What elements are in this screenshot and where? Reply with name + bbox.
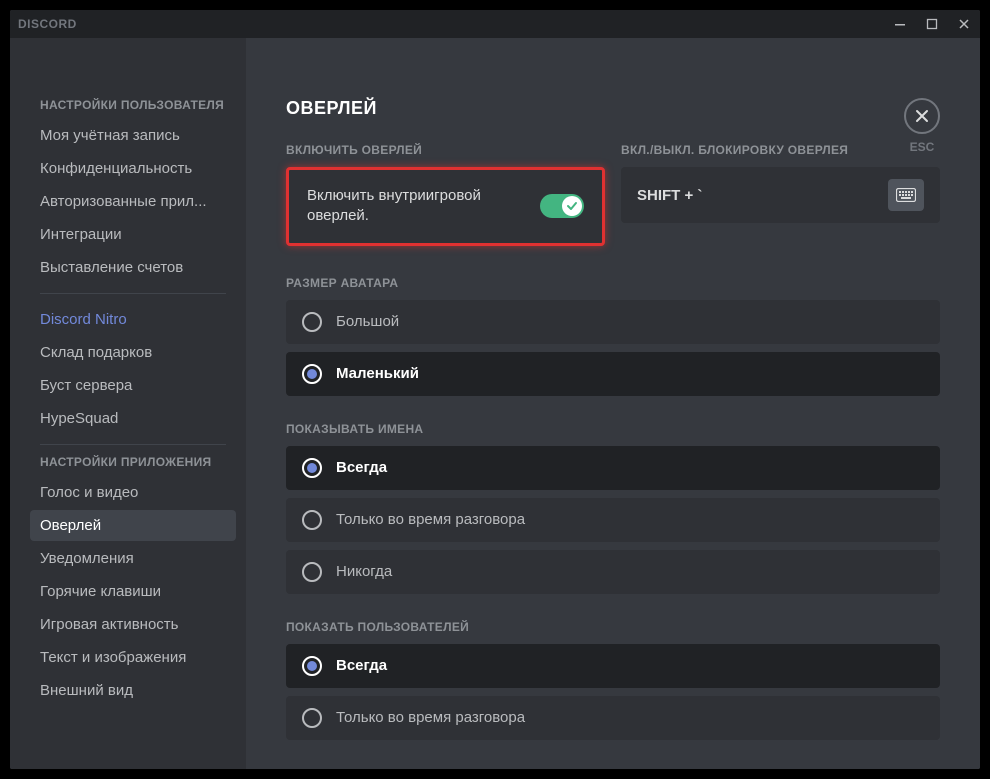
keyboard-button[interactable] [888, 179, 924, 211]
radio-icon [302, 708, 322, 728]
sidebar-item-privacy[interactable]: Конфиденциальность [30, 153, 236, 184]
radio-icon [302, 458, 322, 478]
radio-label: Большой [336, 313, 399, 330]
show-users-option-always[interactable]: Всегда [286, 644, 940, 688]
lock-keybind-card[interactable]: SHIFT + ` [621, 167, 940, 223]
show-names-header: ПОКАЗЫВАТЬ ИМЕНА [286, 422, 940, 436]
maximize-icon[interactable] [924, 16, 940, 32]
window-controls [892, 16, 972, 32]
radio-icon [302, 312, 322, 332]
enable-overlay-header: ВКЛЮЧИТЬ ОВЕРЛЕЙ [286, 143, 605, 157]
sidebar-item-game-activity[interactable]: Игровая активность [30, 609, 236, 640]
sidebar-item-voice[interactable]: Голос и видео [30, 477, 236, 508]
show-names-option-speaking[interactable]: Только во время разговора [286, 498, 940, 542]
minimize-icon[interactable] [892, 16, 908, 32]
lock-overlay-header: ВКЛ./ВЫКЛ. БЛОКИРОВКУ ОВЕРЛЕЯ [621, 143, 940, 157]
sidebar-item-gift-inventory[interactable]: Склад подарков [30, 337, 236, 368]
titlebar: DISCORD [10, 10, 980, 38]
show-names-option-always[interactable]: Всегда [286, 446, 940, 490]
show-names-option-never[interactable]: Никогда [286, 550, 940, 594]
app-name: DISCORD [18, 17, 77, 31]
lock-keybind-value: SHIFT + ` [637, 187, 702, 204]
radio-label: Только во время разговора [336, 511, 525, 528]
divider [40, 293, 226, 294]
radio-icon [302, 510, 322, 530]
check-icon [566, 200, 578, 212]
sidebar-item-overlay[interactable]: Оверлей [30, 510, 236, 541]
sidebar-item-keybinds[interactable]: Горячие клавиши [30, 576, 236, 607]
sidebar-header-app: НАСТРОЙКИ ПРИЛОЖЕНИЯ [40, 455, 236, 469]
close-icon[interactable] [956, 16, 972, 32]
sidebar-item-server-boost[interactable]: Буст сервера [30, 370, 236, 401]
divider [40, 444, 226, 445]
settings-content: ОВЕРЛЕЙ ВКЛЮЧИТЬ ОВЕРЛЕЙ Включить внутри… [246, 38, 980, 769]
avatar-size-header: РАЗМЕР АВАТАРА [286, 276, 940, 290]
sidebar-item-hypesquad[interactable]: HypeSquad [30, 403, 236, 434]
radio-label: Маленький [336, 365, 419, 382]
radio-label: Никогда [336, 563, 392, 580]
sidebar-header-user: НАСТРОЙКИ ПОЛЬЗОВАТЕЛЯ [40, 98, 236, 112]
enable-overlay-card: Включить внутриигровой оверлей. [286, 167, 605, 246]
sidebar-item-notifications[interactable]: Уведомления [30, 543, 236, 574]
sidebar-item-account[interactable]: Моя учётная запись [30, 120, 236, 151]
radio-icon [302, 656, 322, 676]
show-users-option-speaking[interactable]: Только во время разговора [286, 696, 940, 740]
avatar-size-option-big[interactable]: Большой [286, 300, 940, 344]
esc-label: ESC [910, 140, 935, 154]
toggle-knob [562, 196, 582, 216]
enable-overlay-label: Включить внутриигровой оверлей. [307, 186, 528, 227]
close-settings-button[interactable]: ESC [904, 98, 940, 154]
sidebar-item-billing[interactable]: Выставление счетов [30, 252, 236, 283]
close-icon [904, 98, 940, 134]
show-users-header: ПОКАЗАТЬ ПОЛЬЗОВАТЕЛЕЙ [286, 620, 940, 634]
sidebar-item-text-images[interactable]: Текст и изображения [30, 642, 236, 673]
settings-sidebar: НАСТРОЙКИ ПОЛЬЗОВАТЕЛЯ Моя учётная запис… [10, 38, 246, 769]
radio-icon [302, 364, 322, 384]
radio-label: Только во время разговора [336, 709, 525, 726]
sidebar-item-integrations[interactable]: Интеграции [30, 219, 236, 250]
sidebar-item-appearance[interactable]: Внешний вид [30, 675, 236, 706]
sidebar-item-authorized-apps[interactable]: Авторизованные прил... [30, 186, 236, 217]
avatar-size-option-small[interactable]: Маленький [286, 352, 940, 396]
radio-label: Всегда [336, 657, 387, 674]
radio-label: Всегда [336, 459, 387, 476]
radio-icon [302, 562, 322, 582]
sidebar-item-nitro[interactable]: Discord Nitro [30, 304, 236, 335]
app-window: DISCORD НАСТРОЙКИ ПОЛЬЗОВАТЕЛЯ Моя учётн… [10, 10, 980, 769]
enable-overlay-toggle[interactable] [540, 194, 584, 218]
page-title: ОВЕРЛЕЙ [286, 98, 940, 119]
keyboard-icon [896, 188, 916, 202]
settings-body: НАСТРОЙКИ ПОЛЬЗОВАТЕЛЯ Моя учётная запис… [10, 38, 980, 769]
